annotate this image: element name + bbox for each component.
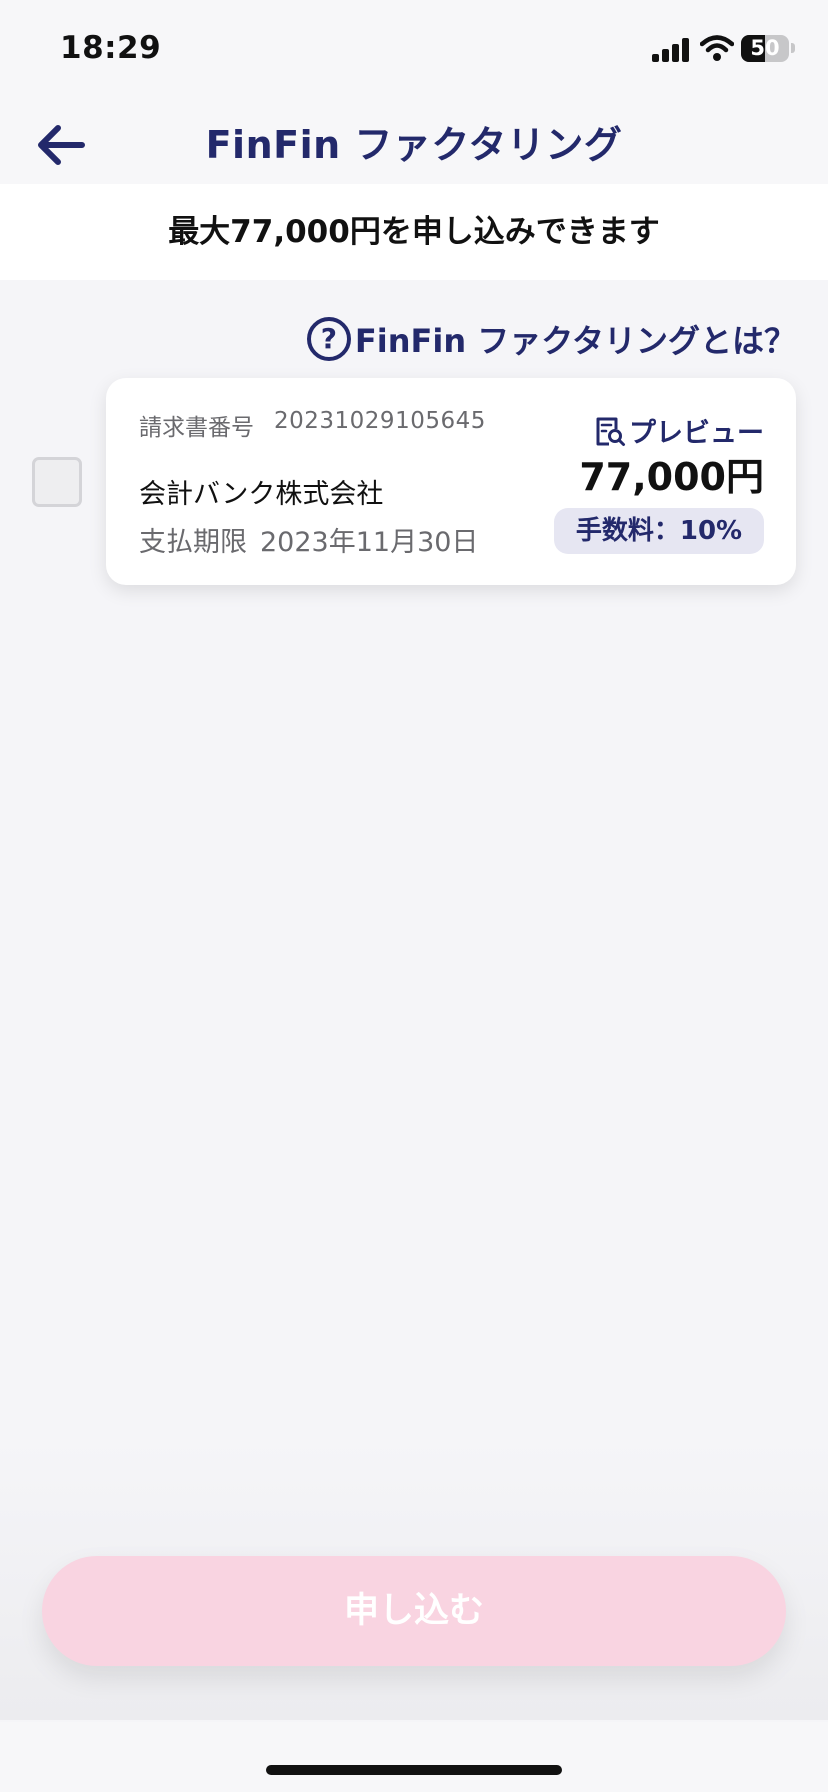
battery-cap [791, 43, 795, 53]
due-date-label: 支払期限 [139, 527, 247, 558]
preview-label: プレビュー [629, 418, 764, 449]
invoice-checkbox[interactable] [32, 457, 82, 507]
status-bar: 18:29 50 [0, 0, 828, 96]
wifi-icon [700, 35, 734, 61]
invoice-number: 20231029105645 [274, 408, 486, 434]
due-date: 2023年11月30日 [260, 527, 479, 558]
invoice-number-label: 請求書番号 [139, 415, 254, 441]
home-indicator[interactable] [266, 1765, 562, 1775]
nav-bar: FinFin ファクタリング [0, 96, 828, 184]
app-screen: 18:29 50 FinFin ファクタリング 最大77,000円を申し込みでき… [0, 0, 828, 1792]
company-name: 会計バンク株式会社 [139, 479, 384, 510]
invoice-card[interactable]: 請求書番号 20231029105645 会計バンク株式会社 支払期限 2023… [106, 378, 796, 585]
limit-banner: 最大77,000円を申し込みできます [0, 184, 828, 280]
help-link-label: FinFin ファクタリングとは？ [354, 322, 796, 360]
apply-button[interactable]: 申し込む [42, 1556, 786, 1666]
help-link[interactable]: ? FinFin ファクタリングとは？ [306, 314, 796, 364]
invoice-amount: 77,000円 [579, 455, 764, 499]
cellular-signal-icon [652, 38, 690, 62]
preview-link[interactable]: プレビュー [594, 411, 764, 450]
status-time: 18:29 [60, 30, 162, 66]
fee-badge: 手数料：10% [554, 508, 764, 554]
battery-level: 50 [750, 36, 780, 60]
page-title: FinFin ファクタリング [205, 123, 623, 167]
home-indicator-area [0, 1722, 828, 1792]
question-circle-icon: ? [306, 317, 351, 361]
document-search-icon [596, 417, 625, 446]
battery-icon: 50 [741, 35, 789, 62]
